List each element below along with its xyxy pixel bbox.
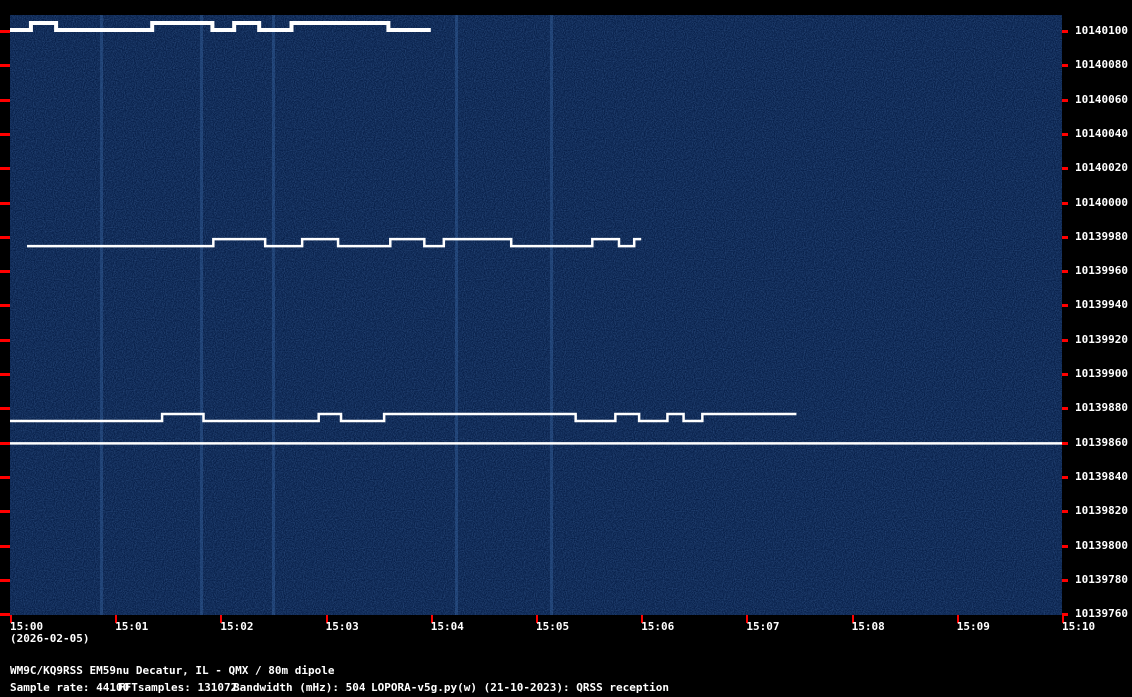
time-label: 15:09 (956, 620, 990, 633)
freq-tick-left (0, 544, 10, 548)
freq-tick-right (1062, 407, 1068, 411)
freq-tick-right (1062, 132, 1068, 136)
freq-tick-left (0, 441, 10, 445)
waterfall-display (10, 15, 1062, 615)
freq-label: 10140100 (1075, 24, 1128, 37)
freq-label: 10139820 (1075, 504, 1128, 518)
freq-label: 10139920 (1075, 332, 1128, 346)
freq-tick-left (0, 30, 10, 33)
time-label: 15:03 (325, 620, 359, 633)
freq-tick-right (1062, 64, 1068, 68)
freq-label: 10139800 (1075, 538, 1128, 552)
freq-tick-right (1062, 441, 1068, 445)
freq-label: 10140040 (1075, 126, 1128, 140)
fft-samples: FFTsamples: 131072 (118, 681, 238, 694)
freq-label: 10140020 (1075, 161, 1128, 175)
time-label: 15:07 (746, 620, 780, 633)
time-label: 15:10 (1062, 620, 1096, 633)
software-info: LOPORA-v5g.py(w) (21-10-2023): QRSS rece… (371, 681, 670, 694)
bandwidth: Bandwidth (mHz): 504 (233, 681, 366, 694)
interference-line (550, 15, 553, 615)
time-label: 15:02 (220, 620, 254, 633)
interference-line (272, 15, 275, 615)
freq-label: 10139980 (1075, 229, 1128, 243)
freq-tick-right (1062, 338, 1068, 342)
freq-tick-left (0, 235, 10, 239)
freq-tick-right (1062, 30, 1068, 33)
freq-tick-left (0, 373, 10, 376)
freq-tick-right (1062, 167, 1068, 171)
freq-tick-right (1062, 544, 1068, 548)
freq-tick-left (0, 407, 10, 411)
freq-tick-left (0, 98, 10, 102)
freq-tick-left (0, 167, 10, 171)
freq-tick-right (1062, 475, 1068, 479)
freq-tick-left (0, 338, 10, 342)
freq-label: 10139880 (1075, 401, 1128, 415)
freq-tick-left (0, 475, 10, 479)
freq-label: 10139860 (1075, 435, 1128, 449)
freq-tick-right (1062, 578, 1068, 582)
freq-tick-left (0, 201, 10, 205)
interference-line (200, 15, 203, 615)
waterfall-svg (10, 15, 1062, 615)
time-label: 15:01 (115, 620, 149, 633)
freq-label: 10140000 (1075, 195, 1128, 209)
freq-label: 10139760 (1075, 607, 1128, 621)
station-info: WM9C/KQ9RSS EM59nu Decatur, IL - QMX / 8… (10, 664, 335, 677)
freq-label: 10139940 (1075, 298, 1128, 312)
time-label: 15:04 (430, 620, 464, 633)
interference-line (455, 15, 458, 615)
freq-tick-right (1062, 373, 1068, 376)
sample-rate: Sample rate: 44100 (10, 681, 130, 694)
time-label: 15:08 (851, 620, 885, 633)
freq-tick-left (0, 510, 10, 514)
freq-label: 10139960 (1075, 264, 1128, 278)
time-label: 15:06 (641, 620, 675, 633)
freq-tick-left (0, 132, 10, 136)
freq-tick-right (1062, 304, 1068, 308)
freq-tick-right (1062, 201, 1068, 205)
noise-layer (10, 15, 1062, 615)
date-label: (2026-02-05) (10, 632, 90, 645)
freq-tick-left (0, 304, 10, 308)
freq-tick-right (1062, 510, 1068, 514)
freq-tick-right (1062, 235, 1068, 239)
time-label: 15:05 (536, 620, 570, 633)
freq-label: 10139840 (1075, 469, 1128, 483)
freq-label: 10140080 (1075, 58, 1128, 72)
freq-tick-left (0, 613, 10, 617)
freq-label: 10139780 (1075, 572, 1128, 586)
interference-line (100, 15, 103, 615)
freq-tick-left (0, 64, 10, 68)
freq-tick-left (0, 578, 10, 582)
freq-label: 10140060 (1075, 92, 1128, 106)
freq-tick-right (1062, 270, 1068, 274)
freq-tick-left (0, 270, 10, 274)
freq-label: 10139900 (1075, 367, 1128, 380)
freq-tick-right (1062, 98, 1068, 102)
